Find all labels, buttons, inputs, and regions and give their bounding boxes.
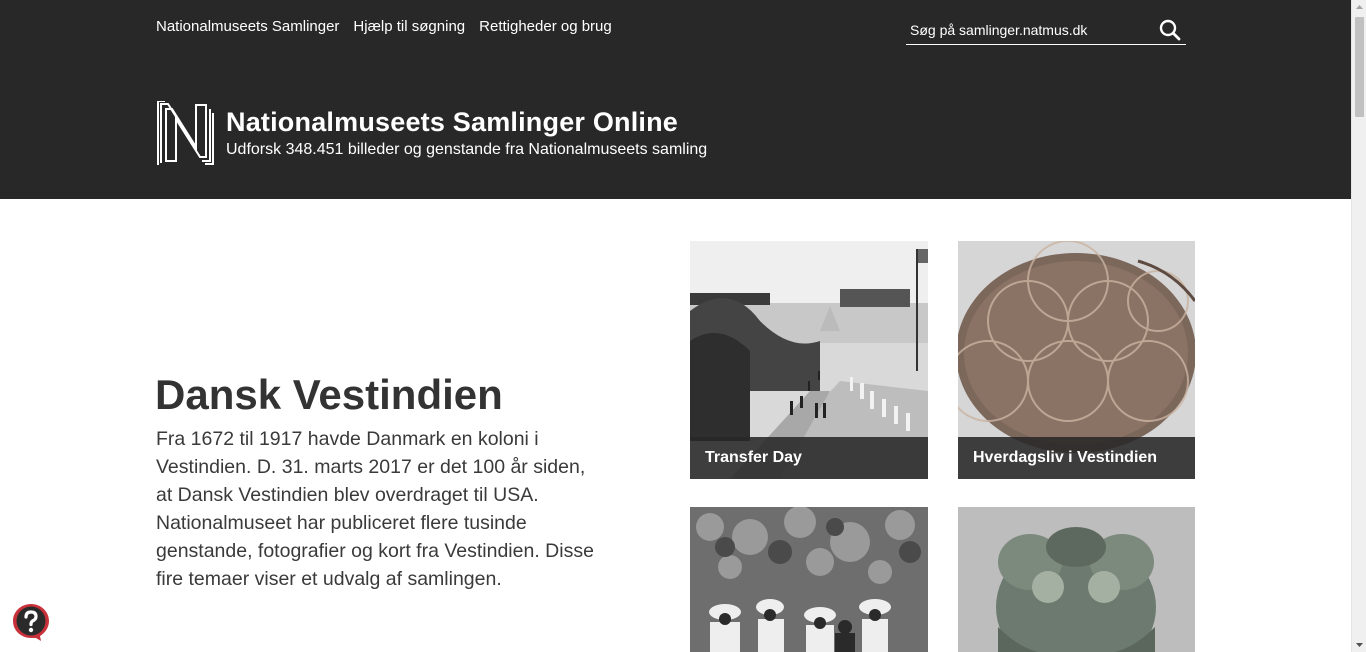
- help-button[interactable]: [12, 603, 50, 641]
- nav-link-rettigheder[interactable]: Rettigheder og brug: [479, 18, 612, 36]
- natmus-logo[interactable]: [156, 100, 216, 165]
- crowd-photo: [690, 507, 928, 652]
- scrollbar-thumb[interactable]: [1355, 17, 1364, 117]
- search-icon: [1159, 19, 1181, 41]
- frog-figure-photo: [958, 507, 1195, 652]
- tile-frog-figure[interactable]: [958, 507, 1195, 652]
- scroll-up-arrow-icon[interactable]: [1352, 0, 1366, 15]
- top-navigation: Nationalmuseets Samlinger Hjælp til søgn…: [156, 18, 612, 36]
- site-title: Nationalmuseets Samlinger Online: [226, 107, 679, 137]
- site-header: Nationalmuseets Samlinger Hjælp til søgn…: [0, 0, 1351, 199]
- tile-caption: Hverdagsliv i Vestindien: [958, 437, 1195, 479]
- search-input[interactable]: [910, 19, 1150, 41]
- help-icon: [13, 604, 49, 641]
- search-box: [906, 14, 1186, 45]
- tile-caption: Transfer Day: [690, 437, 928, 479]
- tile-hverdagsliv[interactable]: Hverdagsliv i Vestindien: [958, 241, 1195, 479]
- site-subtitle: Udforsk 348.451 billeder og genstande fr…: [226, 141, 708, 158]
- search-button[interactable]: [1158, 18, 1182, 42]
- scroll-down-arrow-icon[interactable]: [1352, 637, 1366, 652]
- theme-title: Dansk Vestindien: [155, 371, 503, 418]
- page-scrollbar[interactable]: [1351, 0, 1366, 652]
- theme-description: Fra 1672 til 1917 havde Danmark en kolon…: [156, 428, 594, 590]
- nav-link-hjaelp[interactable]: Hjælp til søgning: [353, 18, 465, 36]
- tile-crowd-photo[interactable]: [690, 507, 928, 652]
- nav-link-samlinger[interactable]: Nationalmuseets Samlinger: [156, 18, 339, 36]
- logo-mark: [157, 100, 214, 165]
- tile-transfer-day[interactable]: Transfer Day: [690, 241, 928, 479]
